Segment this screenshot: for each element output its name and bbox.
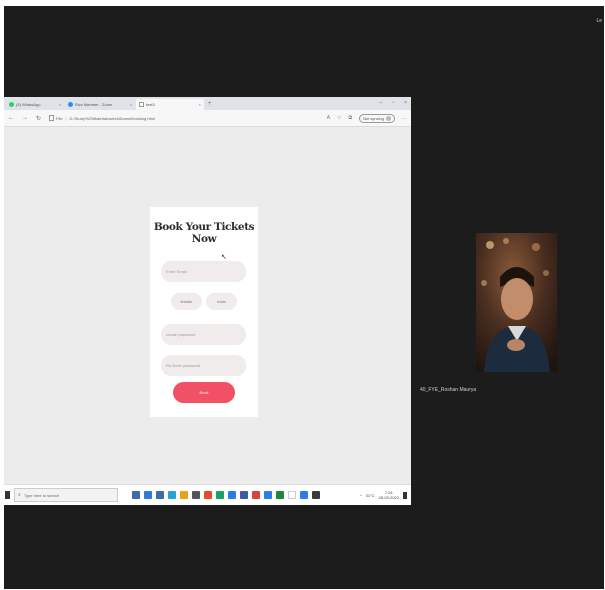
close-icon[interactable]: × [199, 102, 201, 107]
back-icon[interactable]: ← [8, 115, 14, 121]
sync-label: Not syncing [363, 115, 384, 121]
taskbar-app-icon-8[interactable] [216, 491, 224, 499]
windows-taskbar: ⌕ Type here to search ^ 31°C 7:24 28-03-… [4, 484, 411, 505]
meeting-area: Le (5) WhatsApp × Rizz Member - Zoom × t… [4, 6, 604, 589]
taskbar-app-icon-2[interactable] [144, 491, 152, 499]
tab-label: test3 [146, 102, 155, 107]
file-icon [49, 115, 55, 121]
sync-button[interactable]: Not syncing [359, 113, 395, 123]
tab-label: Rizz Member - Zoom [75, 102, 113, 107]
tab-whatsapp[interactable]: (5) WhatsApp × [6, 99, 64, 110]
taskbar-app-icon-15[interactable] [300, 491, 308, 499]
clock[interactable]: 7:24 28-03-2022 [379, 490, 399, 500]
zoom-icon [68, 102, 73, 107]
participant-name: 40_FYE_Roshan Maurya [420, 387, 477, 393]
taskbar-app-icon-4[interactable] [168, 491, 176, 499]
browser-toolbar: A ☆ ⧉ Not syncing … [327, 113, 407, 123]
taskbar-app-icon-9[interactable] [228, 491, 236, 499]
refresh-icon[interactable]: ↻ [36, 115, 41, 122]
weather-text[interactable]: 31°C [366, 493, 375, 498]
create-password-field[interactable]: create password [161, 324, 246, 345]
tray-chevron-icon[interactable]: ^ [360, 493, 362, 498]
taskbar-app-icon-7[interactable] [204, 491, 212, 499]
book-button[interactable]: Book [173, 382, 235, 403]
url-text: D:/Study%20Material/webd/Alumni/booking.… [69, 115, 155, 121]
gender-female-button[interactable]: female [171, 293, 202, 310]
tab-label: (5) WhatsApp [16, 102, 41, 107]
maximize-button[interactable]: ▫ [392, 100, 394, 106]
taskbar-app-icon-13[interactable] [276, 491, 284, 499]
search-placeholder: Type here to search [23, 492, 60, 498]
page-icon [139, 102, 144, 107]
booking-title: Book Your Tickets Now [153, 221, 255, 245]
window-controls: – ▫ × [380, 100, 407, 106]
tab-test3[interactable]: test3 × [136, 99, 204, 110]
taskbar-app-icon-1[interactable] [132, 491, 140, 499]
url-prefix: File [56, 115, 63, 121]
mouse-cursor-icon: ↖ [221, 254, 227, 261]
window-indicator: Le [596, 18, 602, 24]
system-tray: ^ 31°C 7:24 28-03-2022 [360, 490, 407, 500]
participant-video[interactable] [476, 233, 557, 372]
taskbar-apps [132, 491, 320, 499]
taskbar-app-icon-11[interactable] [252, 491, 260, 499]
taskbar-app-icon-12[interactable] [264, 491, 272, 499]
taskbar-app-icon-5[interactable] [180, 491, 188, 499]
collections-icon[interactable]: ⧉ [349, 115, 353, 121]
address-bar: ← → ↻ File | D:/Study%20Material/webd/Al… [4, 110, 411, 127]
taskbar-app-icon-3[interactable] [156, 491, 164, 499]
close-icon[interactable]: × [130, 102, 132, 107]
minimize-button[interactable]: – [380, 100, 383, 106]
reenter-password-field[interactable]: Re-Enter password [161, 355, 246, 376]
taskbar-app-icon-16[interactable] [312, 491, 320, 499]
url-field[interactable]: File | D:/Study%20Material/webd/Alumni/b… [49, 113, 327, 124]
participant-video-image [476, 233, 557, 372]
favorites-icon[interactable]: ☆ [337, 115, 341, 121]
browser-tabbar: (5) WhatsApp × Rizz Member - Zoom × test… [4, 97, 411, 110]
gender-male-button[interactable]: male [206, 293, 237, 310]
email-field[interactable]: Enter Email [161, 261, 246, 282]
taskbar-app-icon-6[interactable] [192, 491, 200, 499]
whatsapp-icon [9, 102, 14, 107]
shared-screen: (5) WhatsApp × Rizz Member - Zoom × test… [4, 97, 411, 505]
taskbar-search-input[interactable]: ⌕ Type here to search [14, 488, 118, 502]
close-icon[interactable]: × [59, 102, 61, 107]
read-aloud-icon[interactable]: A [327, 115, 330, 121]
profile-avatar [386, 115, 391, 121]
url-separator: | [65, 115, 67, 121]
new-tab-button[interactable]: + [208, 101, 212, 107]
taskbar-app-icon-14[interactable] [288, 491, 296, 499]
taskbar-app-icon-10[interactable] [240, 491, 248, 499]
clock-date: 28-03-2022 [378, 495, 399, 500]
close-window-button[interactable]: × [404, 100, 407, 106]
notification-icon[interactable] [403, 491, 407, 499]
booking-card: Book Your Tickets Now Enter Email female… [150, 207, 258, 417]
windows-start-icon[interactable] [5, 491, 10, 499]
search-icon: ⌕ [18, 492, 21, 498]
forward-icon[interactable]: → [22, 115, 28, 121]
more-menu-icon[interactable]: … [402, 115, 407, 121]
tab-zoom[interactable]: Rizz Member - Zoom × [65, 99, 135, 110]
